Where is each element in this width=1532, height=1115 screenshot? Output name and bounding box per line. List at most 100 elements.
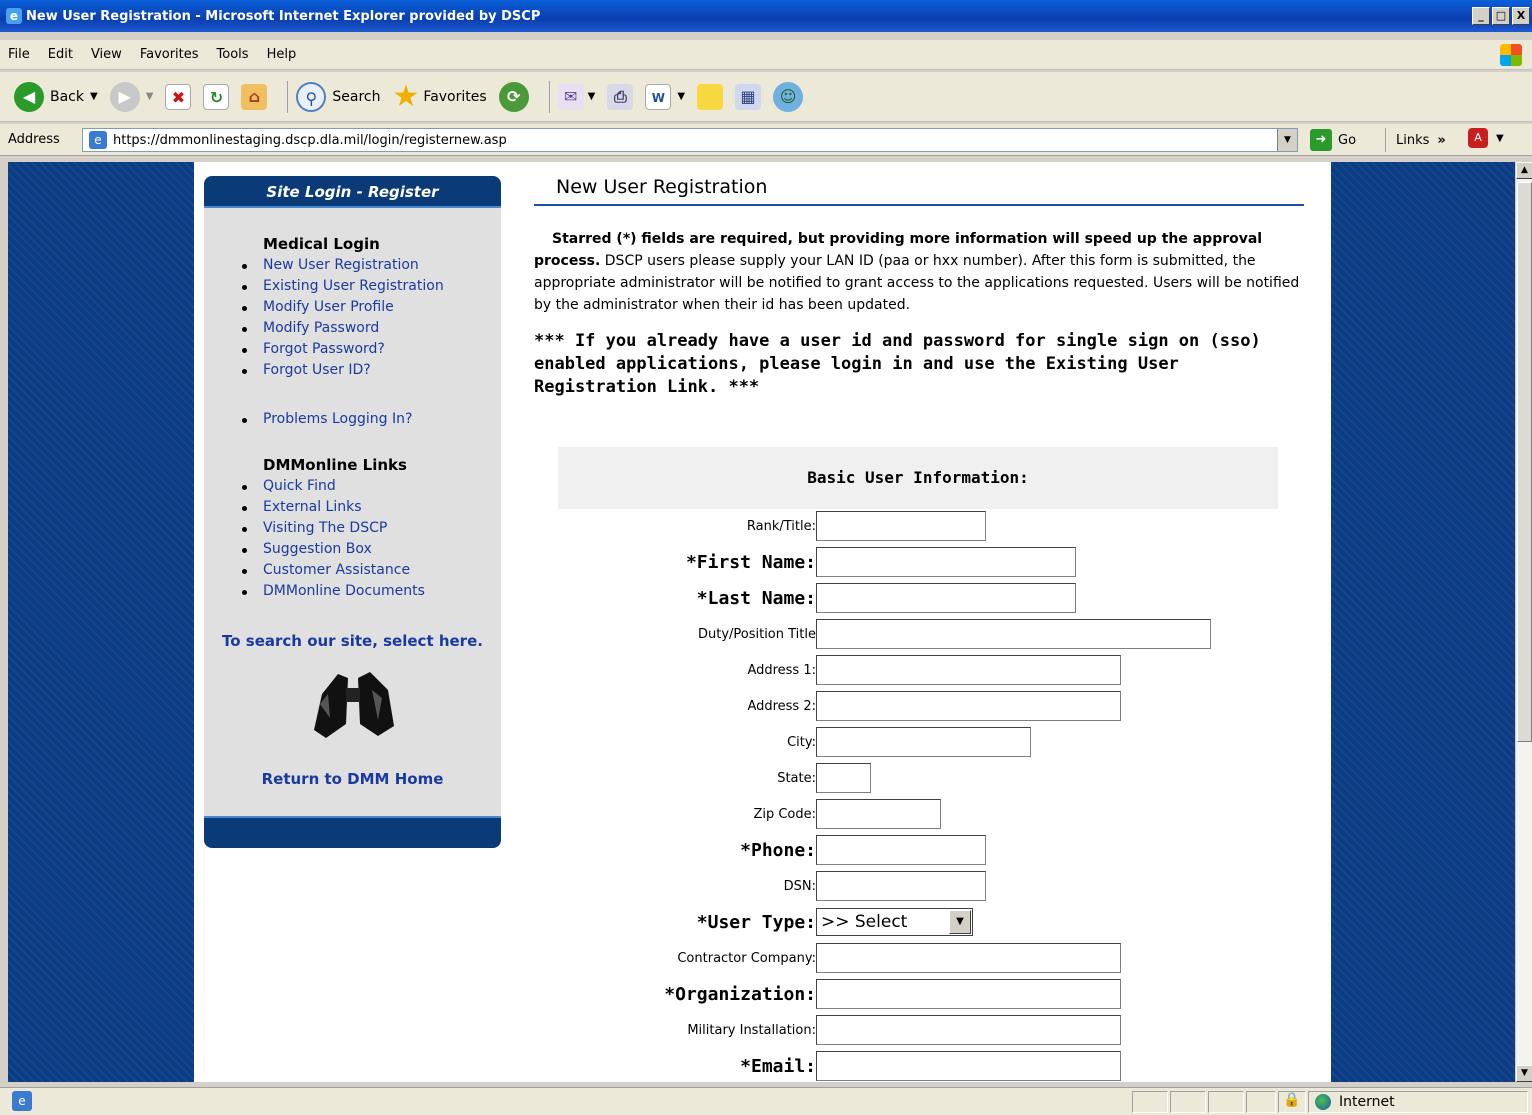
- menu-edit[interactable]: Edit: [48, 47, 73, 62]
- sidebar-link-dmmonline-documents[interactable]: DMMonline Documents: [242, 581, 501, 602]
- back-arrow-icon: ◀: [14, 81, 44, 112]
- sidebar-link-existing-user-registration[interactable]: Existing User Registration: [242, 276, 501, 297]
- stop-button[interactable]: ✖: [165, 83, 192, 110]
- form-row-address-1: Address 1:: [558, 653, 1278, 687]
- close-button[interactable]: X: [1512, 7, 1530, 25]
- vertical-scrollbar[interactable]: ▲ ▼: [1515, 162, 1532, 1082]
- email-input[interactable]: [816, 1051, 1121, 1081]
- duty-position-title-label: Duty/Position Title: [697, 626, 816, 642]
- stop-icon: ✖: [165, 83, 192, 110]
- windows-logo-icon: [1500, 44, 1522, 66]
- address-url: https://dmmonlinestaging.dscp.dla.mil/lo…: [113, 132, 507, 148]
- address-input[interactable]: e https://dmmonlinestaging.dscp.dla.mil/…: [82, 128, 1298, 152]
- form-row-last-name: *Last Name:: [558, 581, 1278, 615]
- phone-input[interactable]: [816, 835, 986, 865]
- rank-title-label: Rank/Title:: [746, 518, 816, 534]
- back-label: Back: [50, 88, 84, 105]
- sidebar-link-external-links[interactable]: External Links: [242, 497, 501, 518]
- sidebar-link-forgot-user-id[interactable]: Forgot User ID?: [242, 360, 501, 381]
- pdf-icon: A: [1468, 128, 1488, 148]
- search-button[interactable]: ⚲ Search: [296, 81, 381, 112]
- form-row-zip-code: Zip Code:: [558, 797, 1278, 831]
- form-row-contractor-company: Contractor Company:: [558, 941, 1278, 975]
- sidebar-link-quick-find[interactable]: Quick Find: [242, 476, 501, 497]
- sidebar-link-forgot-password[interactable]: Forgot Password?: [242, 339, 501, 360]
- menu-tools[interactable]: Tools: [217, 47, 249, 62]
- address-2-input[interactable]: [816, 691, 1121, 721]
- sidebar-link-suggestion-box[interactable]: Suggestion Box: [242, 539, 501, 560]
- rank-title-input[interactable]: [816, 511, 986, 541]
- address-1-input[interactable]: [816, 655, 1121, 685]
- pdf-button[interactable]: A ▼: [1468, 128, 1504, 148]
- state-label: State:: [777, 770, 816, 786]
- history-button[interactable]: ⟳: [498, 81, 529, 112]
- binoculars-icon[interactable]: [308, 664, 398, 744]
- address-dropdown-button[interactable]: ▼: [1277, 129, 1297, 151]
- note-icon: [697, 83, 724, 110]
- sso-warning: *** If you already have a user id and pa…: [534, 331, 1261, 397]
- zone-indicator[interactable]: Internet: [1308, 1091, 1528, 1113]
- research-icon: ▦: [735, 83, 762, 110]
- state-input[interactable]: [816, 763, 871, 793]
- form-row-user-type: *User Type: >> Select ▼: [558, 905, 1278, 939]
- minimize-button[interactable]: _: [1472, 7, 1490, 25]
- search-site-link[interactable]: To search our site, select here.: [204, 632, 501, 650]
- chevron-down-icon: ▼: [1496, 132, 1504, 144]
- contractor-company-input[interactable]: [816, 943, 1121, 973]
- duty-position-title-input[interactable]: [816, 619, 1211, 649]
- history-icon: ⟳: [498, 81, 529, 112]
- last-name-input[interactable]: [816, 583, 1076, 613]
- print-button[interactable]: ⎙: [607, 83, 634, 110]
- go-button[interactable]: ➜ Go: [1310, 129, 1356, 151]
- page-content: Site Login - Register Medical Login New …: [194, 162, 1331, 1082]
- military-installation-input[interactable]: [816, 1015, 1121, 1045]
- sidebar-header: Site Login - Register: [204, 176, 501, 208]
- zone-label: Internet: [1339, 1094, 1395, 1110]
- first-name-input[interactable]: [816, 547, 1076, 577]
- chevron-down-icon[interactable]: ▼: [949, 910, 971, 934]
- organization-input[interactable]: [816, 979, 1121, 1009]
- sidebar-link-problems-logging-in[interactable]: Problems Logging In?: [242, 409, 501, 430]
- home-button[interactable]: ⌂: [241, 83, 268, 110]
- menu-file[interactable]: File: [8, 47, 30, 62]
- sidebar-link-new-user-registration[interactable]: New User Registration: [242, 255, 501, 276]
- zip-code-input[interactable]: [816, 799, 941, 829]
- favorites-label: Favorites: [423, 88, 487, 105]
- form-row-first-name: *First Name:: [558, 545, 1278, 579]
- status-cell: [1132, 1091, 1168, 1113]
- window-title: New User Registration - Microsoft Intern…: [26, 8, 541, 24]
- discuss-button[interactable]: [697, 83, 724, 110]
- messenger-icon: ☺: [773, 81, 804, 112]
- maximize-button[interactable]: □: [1492, 7, 1510, 25]
- city-input[interactable]: [816, 727, 1031, 757]
- forward-arrow-icon: ▶: [109, 81, 140, 112]
- sidebar-link-visiting-the-dscp[interactable]: Visiting The DSCP: [242, 518, 501, 539]
- form-row-military-installation: Military Installation:: [558, 1013, 1278, 1047]
- back-button[interactable]: ◀ Back ▼: [14, 81, 98, 112]
- menu-view[interactable]: View: [91, 47, 122, 62]
- scroll-up-button[interactable]: ▲: [1516, 162, 1532, 179]
- star-icon: ★: [392, 79, 420, 114]
- dsn-input[interactable]: [816, 871, 986, 901]
- sidebar-link-modify-user-profile[interactable]: Modify User Profile: [242, 297, 501, 318]
- edit-button[interactable]: W ▼: [645, 83, 685, 110]
- scroll-down-button[interactable]: ▼: [1516, 1065, 1532, 1082]
- form-header: Basic User Information:: [558, 447, 1278, 509]
- messenger-button[interactable]: ☺: [773, 81, 804, 112]
- favorites-button[interactable]: ★ Favorites: [393, 79, 487, 114]
- links-button[interactable]: Links »: [1385, 128, 1446, 152]
- menu-favorites[interactable]: Favorites: [140, 47, 199, 62]
- return-home-link[interactable]: Return to DMM Home: [204, 770, 501, 788]
- refresh-button[interactable]: ↻: [203, 83, 230, 110]
- research-button[interactable]: ▦: [735, 83, 762, 110]
- sidebar-link-modify-password[interactable]: Modify Password: [242, 318, 501, 339]
- address-2-label: Address 2:: [747, 698, 816, 714]
- menu-help[interactable]: Help: [267, 47, 297, 62]
- chevron-right-icon: »: [1437, 132, 1446, 148]
- mail-button[interactable]: ✉ ▼: [557, 83, 595, 110]
- scroll-thumb[interactable]: [1517, 182, 1532, 742]
- user-type-select[interactable]: >> Select ▼: [816, 908, 973, 936]
- zip-code-label: Zip Code:: [753, 806, 816, 822]
- sidebar-link-customer-assistance[interactable]: Customer Assistance: [242, 560, 501, 581]
- forward-button[interactable]: ▶ ▼: [109, 81, 153, 112]
